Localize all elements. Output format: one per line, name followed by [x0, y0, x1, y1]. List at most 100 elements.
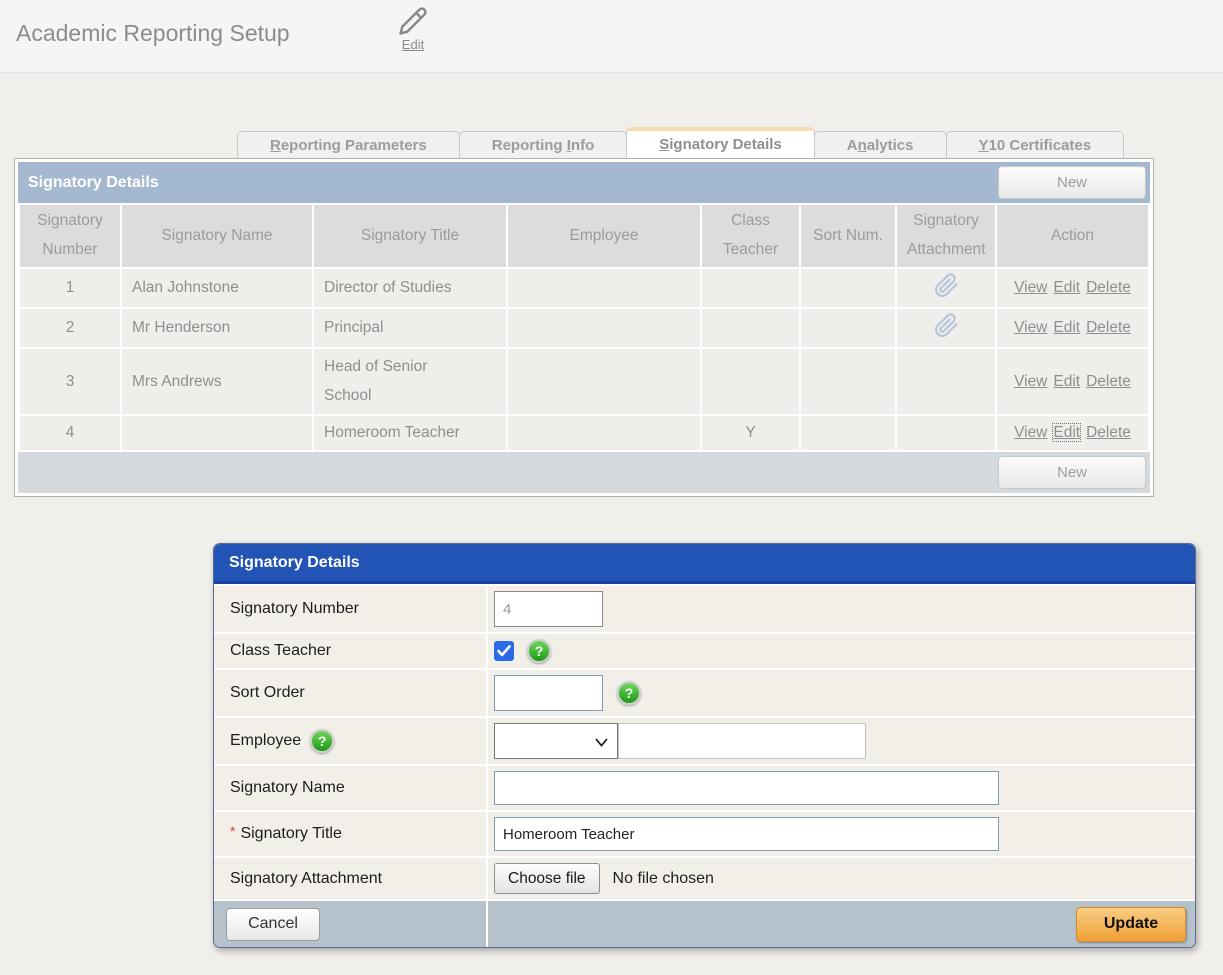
cell-sort-num [801, 269, 895, 307]
col-signatory-attachment: Signatory Attachment [897, 205, 995, 267]
col-signatory-title: Signatory Title [314, 205, 506, 267]
view-link[interactable]: View [1014, 373, 1047, 390]
page-title: Academic Reporting Setup [16, 20, 290, 47]
required-asterisk: * [230, 823, 235, 839]
edit-page-button[interactable]: Edit [388, 6, 438, 54]
cell-action: View Edit Delete [997, 416, 1148, 450]
cell-sort-num [801, 416, 895, 450]
table-row: 1 Alan Johnstone Director of Studies Vie… [20, 269, 1148, 307]
signatory-details-form: Signatory Details Signatory Number Class… [213, 543, 1196, 948]
signatory-title-input[interactable] [494, 817, 999, 851]
signatory-number-input[interactable] [494, 591, 603, 627]
cell-class-teacher [702, 269, 799, 307]
choose-file-button[interactable]: Choose file [494, 863, 600, 894]
signatory-details-panel: Signatory Details New Signatory Number S… [14, 158, 1154, 497]
sort-order-input[interactable] [494, 675, 603, 711]
col-action: Action [997, 205, 1148, 267]
table-row: 3 Mrs Andrews Head of Senior School View… [20, 349, 1148, 414]
delete-link[interactable]: Delete [1086, 319, 1131, 336]
cell-signatory-number: 2 [20, 309, 120, 347]
col-sort-num: Sort Num. [801, 205, 895, 267]
tab-analytics[interactable]: Analytics [814, 131, 947, 160]
col-signatory-number: Signatory Number [20, 205, 120, 267]
signatory-number-label: Signatory Number [214, 586, 486, 632]
edit-link[interactable]: Edit [1053, 424, 1080, 441]
table-header-row: Signatory Number Signatory Name Signator… [20, 205, 1148, 267]
class-teacher-label: Class Teacher [214, 634, 486, 668]
class-teacher-help-icon[interactable]: ? [527, 639, 551, 663]
delete-link[interactable]: Delete [1086, 424, 1131, 441]
cell-signatory-name [122, 416, 312, 450]
new-signatory-button-top[interactable]: New [998, 166, 1146, 199]
edit-link-label: Edit [402, 37, 424, 52]
tab-signatory-details[interactable]: Signatory Details [626, 127, 815, 160]
cell-signatory-title: Homeroom Teacher [314, 416, 506, 450]
sort-order-help-icon[interactable]: ? [617, 681, 641, 705]
table-row: 2 Mr Henderson Principal ViewEditDelete [20, 309, 1148, 347]
new-signatory-button-bottom[interactable]: New [998, 456, 1146, 489]
form-row-signatory-name: Signatory Name [214, 766, 1195, 810]
edit-link[interactable]: Edit [1053, 279, 1080, 296]
cell-employee [508, 309, 700, 347]
cell-class-teacher [702, 349, 799, 414]
sort-order-label: Sort Order [214, 670, 486, 716]
signatory-attachment-label: Signatory Attachment [214, 858, 486, 899]
form-row-signatory-title: * Signatory Title [214, 812, 1195, 856]
paperclip-icon[interactable] [934, 285, 959, 302]
tab-reporting-parameters[interactable]: Reporting Parameters [237, 131, 460, 160]
edit-link[interactable]: Edit [1053, 319, 1080, 336]
cell-class-teacher [702, 309, 799, 347]
cell-signatory-number: 4 [20, 416, 120, 450]
panel-footer: New [18, 452, 1150, 493]
tab-strip: Reporting Parameters Reporting Info Sign… [237, 127, 1124, 160]
cell-sort-num [801, 309, 895, 347]
view-link[interactable]: View [1014, 424, 1047, 441]
cell-signatory-title: Head of Senior School [314, 349, 506, 414]
cell-action: View Edit Delete [997, 309, 1148, 347]
form-footer: Cancel Update [214, 901, 1195, 947]
form-header: Signatory Details [214, 544, 1195, 584]
cell-signatory-name: Mr Henderson [122, 309, 312, 347]
cell-action: View Edit Delete [997, 349, 1148, 414]
cell-signatory-name: Alan Johnstone [122, 269, 312, 307]
cell-signatory-attachment [897, 416, 995, 450]
paperclip-icon[interactable] [934, 325, 959, 342]
delete-link[interactable]: Delete [1086, 279, 1131, 296]
col-signatory-name: Signatory Name [122, 205, 312, 267]
col-employee: Employee [508, 205, 700, 267]
form-row-signatory-number: Signatory Number [214, 586, 1195, 632]
delete-link[interactable]: Delete [1086, 373, 1131, 390]
panel-title: Signatory Details [18, 174, 159, 192]
cell-signatory-number: 3 [20, 349, 120, 414]
edit-link[interactable]: Edit [1053, 373, 1080, 390]
class-teacher-checkbox[interactable] [494, 641, 514, 661]
panel-header: Signatory Details New [18, 162, 1150, 203]
signatory-table: Signatory Number Signatory Name Signator… [18, 203, 1150, 452]
form-row-employee: Employee ? [214, 718, 1195, 764]
top-header-bar: Academic Reporting Setup Edit [0, 0, 1223, 73]
cell-signatory-title: Director of Studies [314, 269, 506, 307]
employee-help-icon[interactable]: ? [310, 729, 334, 753]
cell-class-teacher: Y [702, 416, 799, 450]
tab-y10-certificates[interactable]: Y10 Certificates [946, 131, 1125, 160]
cell-signatory-attachment [897, 269, 995, 307]
pencil-icon [388, 6, 438, 36]
employee-text-input [618, 723, 866, 759]
form-row-sort-order: Sort Order ? [214, 670, 1195, 716]
tab-reporting-info[interactable]: Reporting Info [459, 131, 628, 160]
form-row-class-teacher: Class Teacher ? [214, 634, 1195, 668]
cell-employee [508, 349, 700, 414]
employee-label: Employee [230, 732, 301, 750]
cell-signatory-attachment [897, 309, 995, 347]
view-link[interactable]: View [1014, 279, 1047, 296]
table-row: 4 Homeroom Teacher Y View Edit Delete [20, 416, 1148, 450]
col-class-teacher: Class Teacher [702, 205, 799, 267]
cell-signatory-number: 1 [20, 269, 120, 307]
employee-select[interactable] [494, 723, 618, 759]
signatory-name-input[interactable] [494, 771, 999, 805]
cell-action: View Edit Delete [997, 269, 1148, 307]
cell-signatory-attachment [897, 349, 995, 414]
cancel-button[interactable]: Cancel [226, 908, 320, 941]
view-link[interactable]: View [1014, 319, 1047, 336]
update-button[interactable]: Update [1076, 907, 1186, 942]
